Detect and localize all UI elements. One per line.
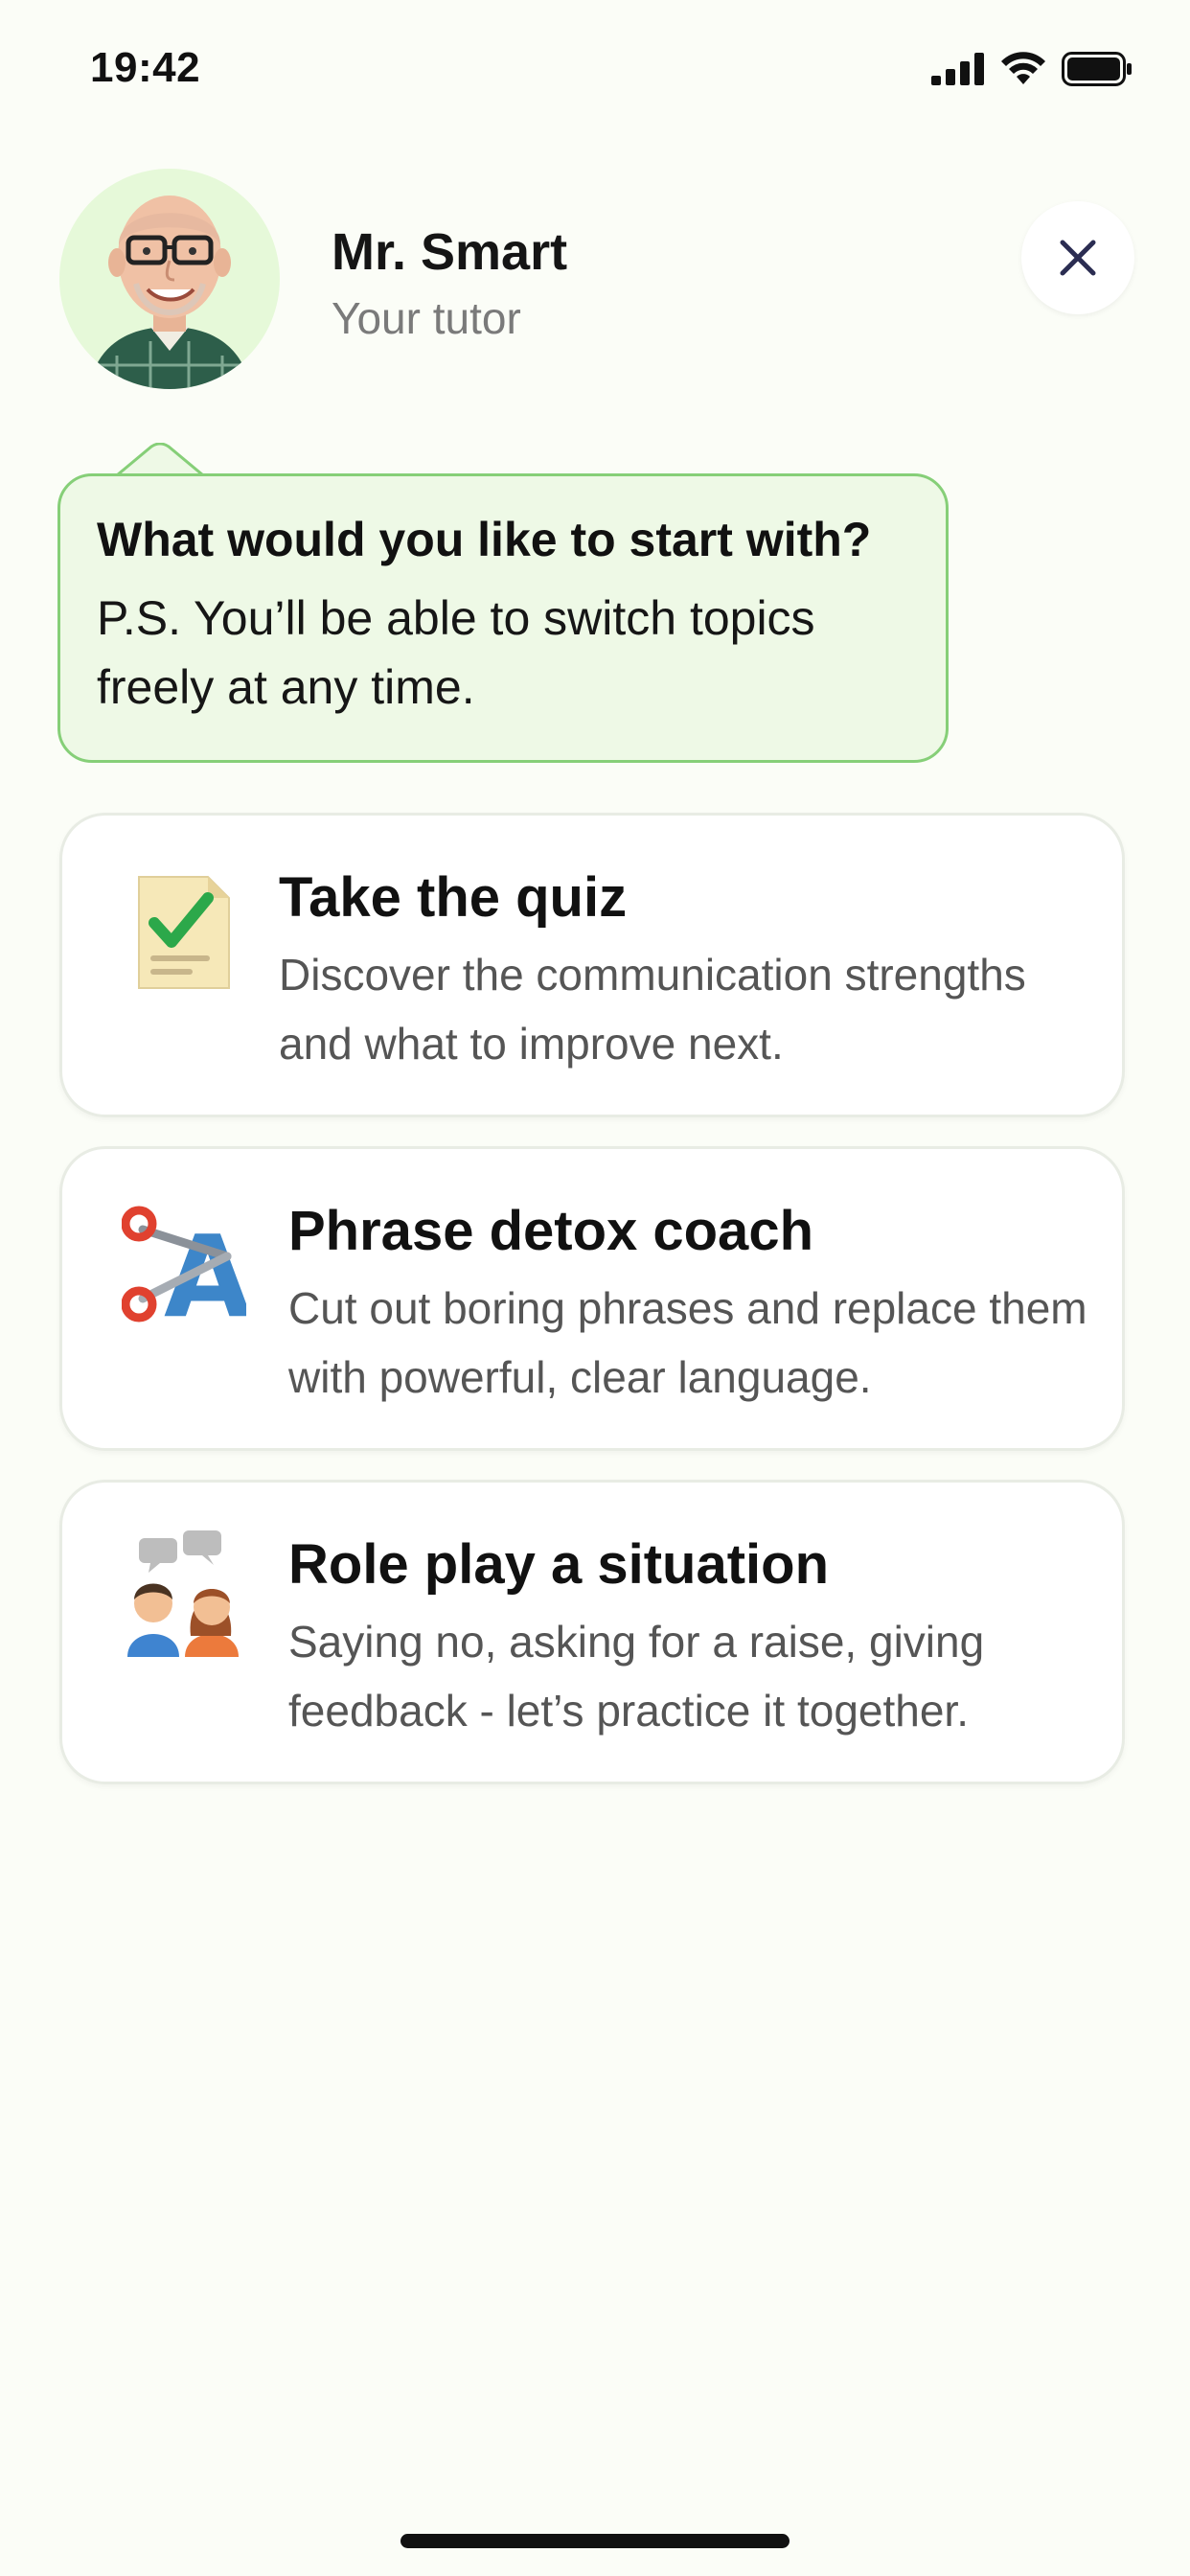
tutor-speech-bubble: What would you like to start with? P.S. …: [57, 473, 949, 763]
bubble-tail: [117, 443, 203, 477]
signal-icon: [931, 53, 984, 85]
home-indicator[interactable]: [400, 2534, 790, 2548]
option-title: Role play a situation: [288, 1533, 829, 1596]
tutor-portrait-icon: [88, 196, 251, 389]
option-card-phrase-detox[interactable]: A Phrase detox coach Cut out boring phra…: [59, 1146, 1125, 1451]
quiz-document-icon: [138, 876, 230, 989]
status-time: 19:42: [90, 44, 201, 91]
close-button[interactable]: [1021, 201, 1134, 314]
tutor-topic-screen: 19:42 Mr. Smart Your tutor What would yo…: [0, 0, 1190, 2576]
bubble-text: P.S. You’ll be able to switch topics fre…: [97, 591, 815, 714]
option-description: Discover the communication strengths and…: [279, 950, 1026, 1069]
option-title: Take the quiz: [279, 866, 628, 929]
option-description: Saying no, asking for a raise, giving fe…: [288, 1617, 985, 1736]
tutor-avatar: [59, 169, 280, 389]
tutor-name: Mr. Smart: [332, 223, 568, 281]
scissors-letter-icon: A: [122, 1206, 246, 1331]
battery-icon: [1062, 52, 1132, 86]
bubble-title: What would you like to start with?: [97, 513, 872, 566]
option-card-quiz[interactable]: Take the quiz Discover the communication…: [59, 813, 1125, 1117]
wifi-icon: [1001, 52, 1045, 84]
close-icon: [1060, 240, 1096, 276]
status-icons: [931, 52, 1133, 86]
people-talking-icon: [127, 1530, 239, 1657]
option-description: Cut out boring phrases and replace them …: [288, 1283, 1087, 1402]
option-card-role-play[interactable]: Role play a situation Saying no, asking …: [59, 1480, 1125, 1784]
option-title: Phrase detox coach: [288, 1200, 813, 1262]
tutor-role: Your tutor: [332, 293, 521, 343]
